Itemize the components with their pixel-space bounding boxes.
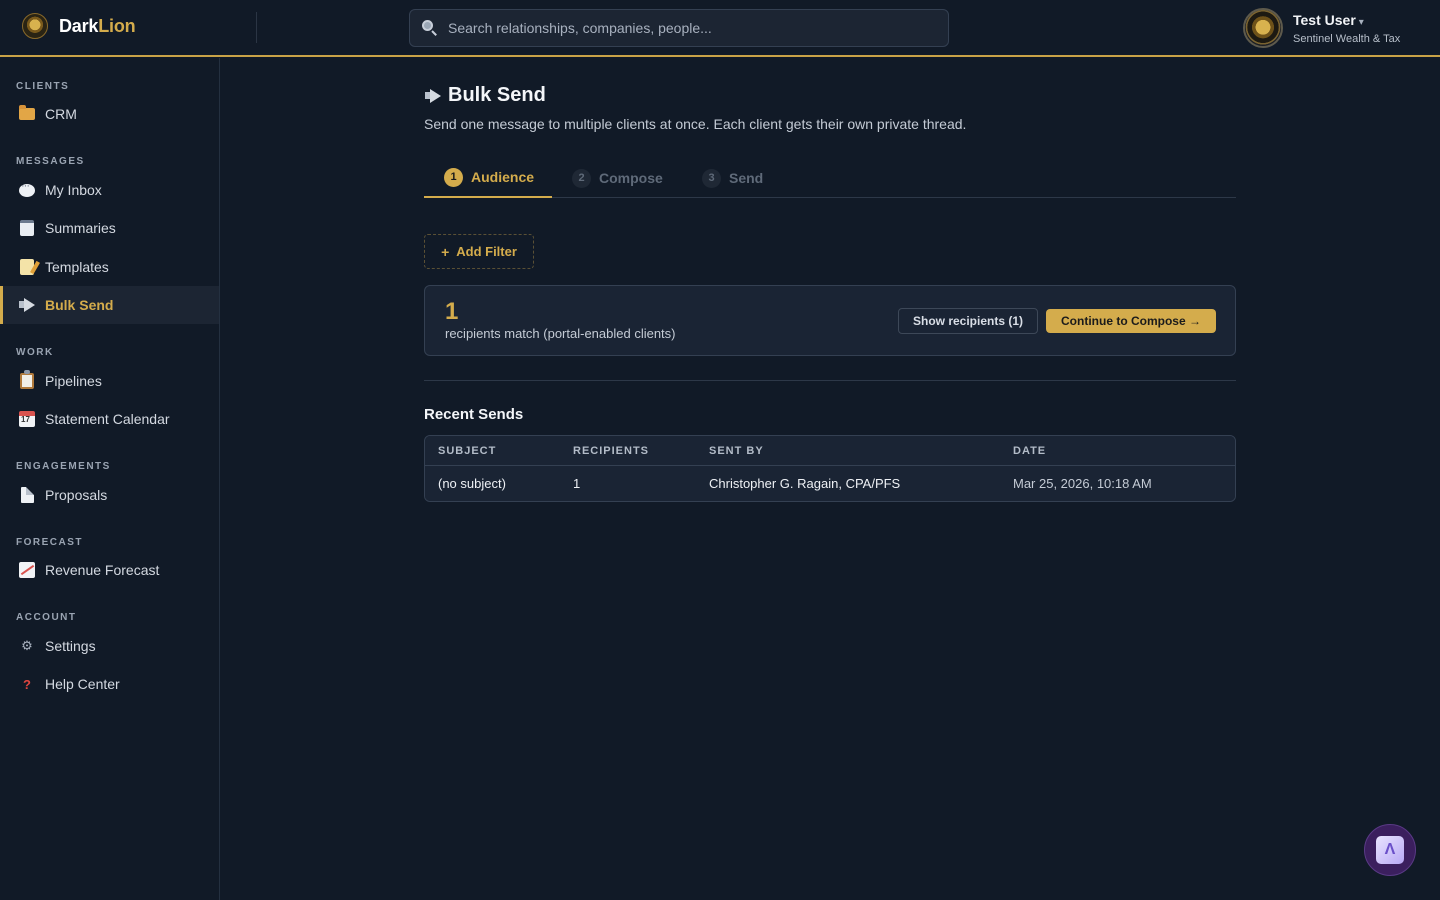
sidebar-item-label: Settings: [45, 638, 96, 654]
step-number: 1: [444, 167, 463, 187]
user-name: Test User: [1293, 11, 1356, 28]
add-filter-button[interactable]: + Add Filter: [424, 234, 534, 269]
sidebar-item-proposals[interactable]: Proposals: [0, 476, 219, 514]
column-header-date[interactable]: DATE: [1013, 445, 1046, 457]
table-header: SUBJECT RECIPIENTS SENT BY DATE: [425, 436, 1235, 466]
notepad-icon: [18, 219, 36, 237]
tab-label: Audience: [471, 169, 535, 185]
search-input[interactable]: [448, 20, 928, 36]
sidebar-item-label: Bulk Send: [45, 297, 114, 313]
sidebar-item-label: Templates: [45, 259, 109, 275]
top-bar: DarkLion Test User▾ Sentinel Wealth & Ta…: [0, 0, 1440, 57]
recent-sends-title: Recent Sends: [424, 406, 524, 423]
tab-label: Send: [729, 170, 764, 186]
sidebar-item-statement-calendar[interactable]: Statement Calendar: [0, 400, 219, 438]
calendar-icon: [18, 410, 36, 428]
megaphone-icon: [18, 296, 36, 314]
memo-icon: [18, 258, 36, 276]
sidebar-item-help-center[interactable]: ? Help Center: [0, 665, 219, 703]
sidebar-section-messages: MESSAGES: [16, 156, 85, 167]
sidebar-item-label: Statement Calendar: [45, 411, 170, 427]
continue-to-compose-button[interactable]: Continue to Compose →: [1046, 309, 1216, 333]
sidebar: CLIENTS CRM MESSAGES My Inbox Summaries …: [0, 58, 220, 900]
cell-recipients: 1: [573, 476, 581, 491]
add-filter-label: Add Filter: [456, 244, 517, 259]
sidebar-section-work: WORK: [16, 347, 54, 358]
sidebar-section-account: ACCOUNT: [16, 612, 77, 623]
sidebar-item-label: Revenue Forecast: [45, 562, 160, 578]
lion-logo-icon: [22, 13, 48, 39]
tab-label: Compose: [599, 170, 663, 186]
sidebar-section-clients: CLIENTS: [16, 81, 70, 92]
user-menu[interactable]: Test User ▾ Sentinel Wealth & Tax: [1243, 8, 1400, 48]
assistant-icon: Λ: [1376, 836, 1404, 864]
step-number: 3: [702, 168, 721, 188]
sidebar-item-label: My Inbox: [45, 182, 102, 198]
megaphone-icon: [424, 88, 442, 103]
recipient-count-label: recipients match (portal-enabled clients…: [445, 326, 676, 341]
sidebar-section-engagements: ENGAGEMENTS: [16, 461, 111, 472]
sidebar-item-label: CRM: [45, 106, 77, 122]
chart-increasing-icon: [18, 561, 36, 579]
sidebar-item-label: Proposals: [45, 487, 108, 503]
chat-bubble-icon: [18, 180, 36, 199]
sidebar-item-crm[interactable]: CRM: [0, 95, 219, 133]
clipboard-icon: [18, 370, 36, 390]
sidebar-item-templates[interactable]: Templates: [0, 248, 219, 286]
global-search[interactable]: [409, 9, 949, 47]
cell-sent-by: Christopher G. Ragain, CPA/PFS: [709, 476, 901, 491]
cell-subject: (no subject): [438, 476, 506, 491]
document-icon: [18, 486, 36, 504]
sidebar-item-label: Summaries: [45, 220, 116, 236]
top-divider: [256, 12, 257, 43]
avatar: [1243, 8, 1283, 48]
recent-sends-table: SUBJECT RECIPIENTS SENT BY DATE (no subj…: [424, 435, 1236, 502]
column-header-recipients[interactable]: RECIPIENTS: [573, 445, 649, 457]
cell-date: Mar 25, 2026, 10:18 AM: [1013, 476, 1152, 491]
sidebar-item-label: Help Center: [45, 676, 120, 692]
tab-audience[interactable]: 1 Audience: [424, 158, 552, 198]
sidebar-item-settings[interactable]: ⚙ Settings: [0, 627, 219, 665]
recipient-match-card: 1 recipients match (portal-enabled clien…: [424, 285, 1236, 356]
assistant-launcher-button[interactable]: Λ: [1364, 824, 1416, 876]
sidebar-item-label: Pipelines: [45, 373, 102, 389]
tab-compose[interactable]: 2 Compose: [552, 158, 680, 198]
show-recipients-button[interactable]: Show recipients (1): [898, 308, 1038, 334]
gear-icon: ⚙: [21, 638, 33, 653]
tab-send[interactable]: 3 Send: [682, 158, 792, 198]
step-tabs: 1 Audience 2 Compose 3 Send: [424, 158, 1236, 198]
page-title: Bulk Send: [424, 84, 546, 107]
recipient-count: 1: [445, 298, 459, 325]
sidebar-item-pipelines[interactable]: Pipelines: [0, 362, 219, 400]
column-header-sent-by[interactable]: SENT BY: [709, 445, 764, 457]
user-info: Test User ▾ Sentinel Wealth & Tax: [1293, 11, 1400, 46]
sidebar-section-forecast: FORECAST: [16, 537, 83, 548]
brand-logo-link[interactable]: DarkLion: [22, 13, 136, 39]
plus-icon: +: [441, 243, 450, 260]
divider: [424, 380, 1236, 381]
sidebar-item-my-inbox[interactable]: My Inbox: [0, 171, 219, 209]
table-row[interactable]: (no subject) 1 Christopher G. Ragain, CP…: [425, 466, 1235, 501]
sidebar-item-revenue-forecast[interactable]: Revenue Forecast: [0, 551, 219, 589]
chevron-down-icon: ▾: [1358, 16, 1364, 28]
column-header-subject[interactable]: SUBJECT: [438, 445, 496, 457]
brand-name: DarkLion: [59, 15, 136, 36]
user-org: Sentinel Wealth & Tax: [1293, 32, 1401, 45]
page-subtitle: Send one message to multiple clients at …: [424, 116, 967, 132]
sidebar-item-bulk-send[interactable]: Bulk Send: [0, 286, 219, 324]
step-number: 2: [572, 168, 591, 188]
search-icon: [421, 19, 439, 37]
sidebar-item-summaries[interactable]: Summaries: [0, 209, 219, 247]
folder-icon: [18, 105, 36, 123]
question-mark-icon: ?: [23, 676, 31, 692]
